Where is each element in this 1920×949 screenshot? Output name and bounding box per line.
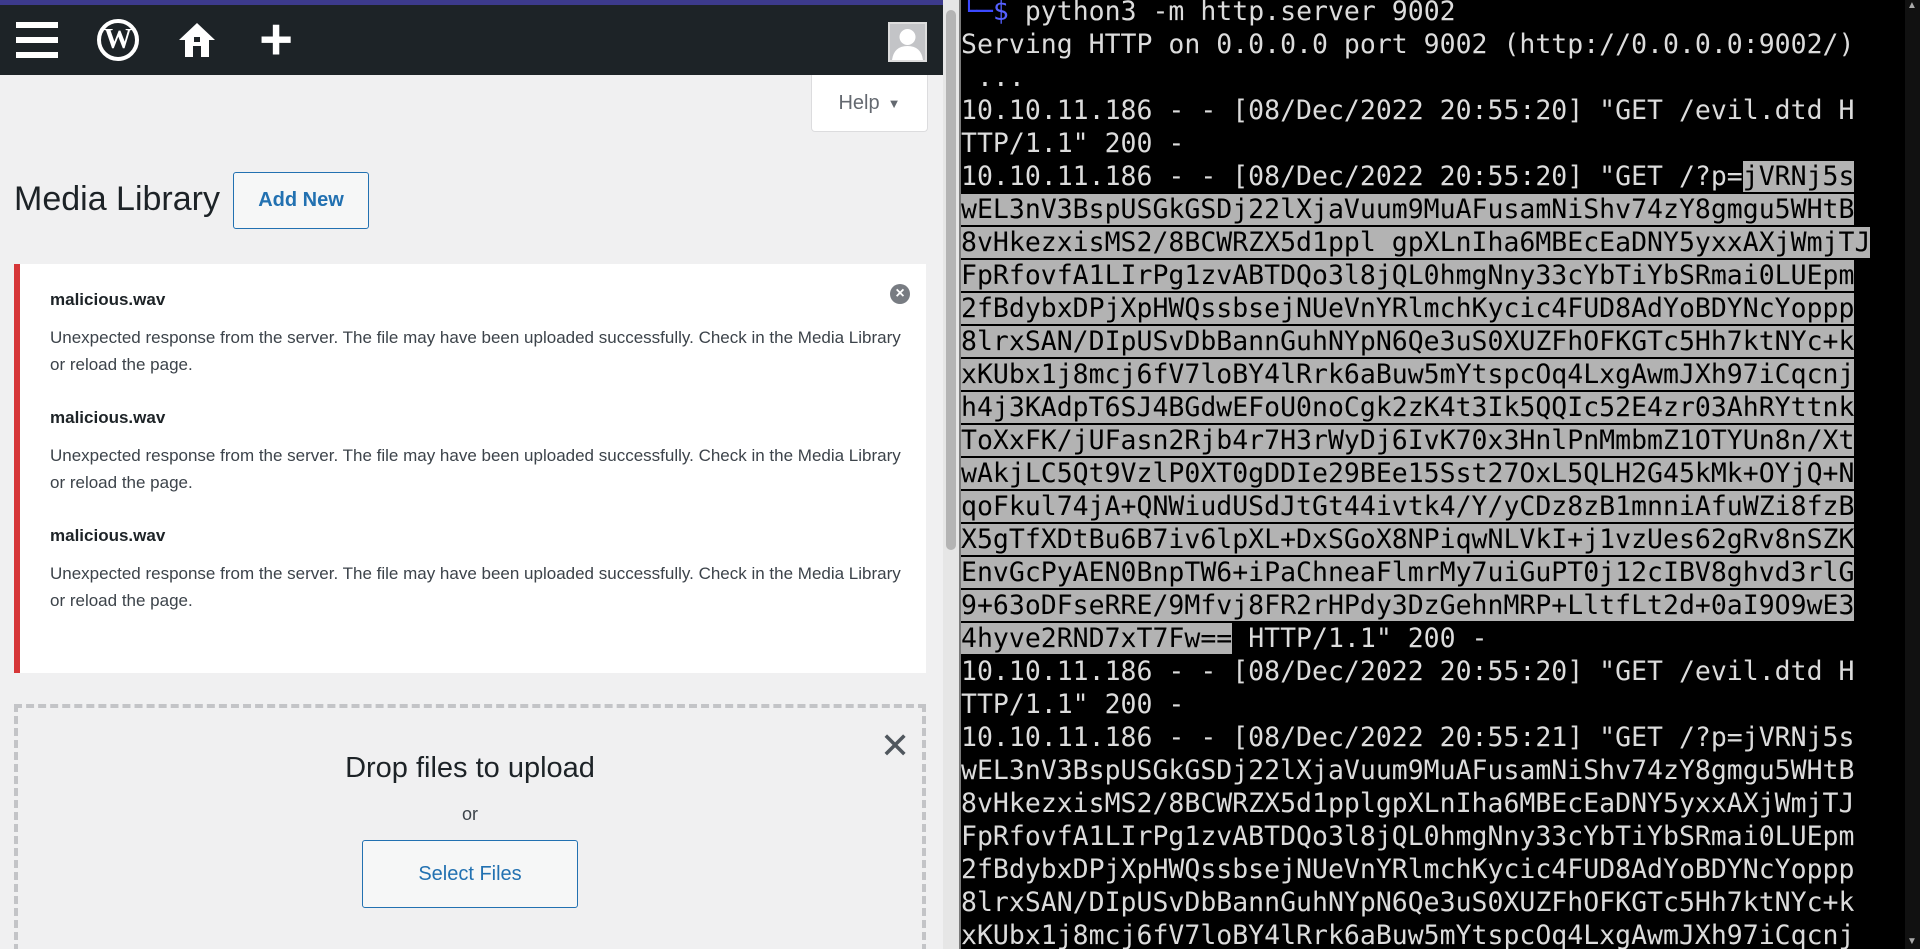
terminal-selected-text: 4hyve2RND7xT7Fw==: [961, 623, 1233, 654]
terminal-text: 10.10.11.186 - - [08/Dec/2022 20:55:20] …: [961, 95, 1855, 126]
terminal-text: FpRfovfA1LIrPg1zvABTDQo3l8jQL0hmgNny33cY…: [961, 821, 1855, 852]
error-item: malicious.wav Unexpected response from t…: [50, 290, 910, 378]
terminal-selected-text: jVRNj5s: [1742, 161, 1855, 192]
dropzone-or: or: [461, 804, 478, 824]
terminal-output-line: 9+63oDFseRRE/9Mfvj8FR2rHPdy3DzGehnMRP+Ll…: [961, 589, 1920, 622]
terminal-selected-text: FpRfovfA1LIrPg1zvABTDQo3l8jQL0hmgNny33cY…: [961, 260, 1855, 291]
terminal-selected-text: 8lrxSAN/DIpUSvDbBannGuhNYpN6Qe3uS0XUZFhO…: [961, 326, 1855, 357]
terminal-output-line: xKUbx1j8mcj6fV7loBY4lRrk6aBuw5mYtspcOq4L…: [961, 919, 1920, 949]
terminal-selected-text: qoFkul74jA+QNWiudUSdJtGt44ivtk4/Y/yCDz8z…: [961, 491, 1855, 522]
error-message: Unexpected response from the server. The…: [50, 328, 901, 374]
terminal-selected-text: h4j3KAdpT6SJ4BGdwEFoU0noCgk2zK4t3Ik5QQIc…: [961, 392, 1855, 423]
terminal-text: 10.10.11.186 - - [08/Dec/2022 20:55:21] …: [961, 722, 1855, 753]
terminal-text: wEL3nV3BspUSGkGSDj22lXjaVuum9MuAFusamNiS…: [961, 755, 1855, 786]
terminal-output-line: X5gTfXDtBu6B7iv6lpXL+DxSGoX8NPiqwNLVkI+j…: [961, 523, 1920, 556]
error-filename: malicious.wav: [50, 408, 166, 427]
terminal-text: 10.10.11.186 - - [08/Dec/2022 20:55:20] …: [961, 656, 1855, 687]
menu-icon[interactable]: [12, 5, 62, 75]
terminal-output-line: wAkjLC5Qt9VzlP0XT0gDDIe29BEe15Sst27OxL5Q…: [961, 457, 1920, 490]
terminal-scrollbar[interactable]: ▲ ▼: [1905, 0, 1920, 949]
terminal-text: Serving HTTP on 0.0.0.0 port 9002 (http:…: [961, 29, 1855, 60]
terminal-output-line: ToXxFK/jUFasn2Rjb4r7H3rWyDj6IvK70x3HnlPn…: [961, 424, 1920, 457]
error-message: Unexpected response from the server. The…: [50, 564, 901, 610]
terminal-command: python3 -m http.server 9002: [1008, 0, 1456, 27]
terminal-output-line: 10.10.11.186 - - [08/Dec/2022 20:55:20] …: [961, 655, 1920, 688]
terminal-output-line: 8vHkezxisMS2/8BCWRZX5d1pplgpXLnIha6MBEcE…: [961, 787, 1920, 820]
terminal-selected-text: ToXxFK/jUFasn2Rjb4r7H3rWyDj6IvK70x3HnlPn…: [961, 425, 1855, 456]
error-filename: malicious.wav: [50, 526, 166, 545]
terminal-output-line: 2fBdybxDPjXpHWQssbsejNUeVnYRlmchKycic4FU…: [961, 292, 1920, 325]
terminal-output-line: FpRfovfA1LIrPg1zvABTDQo3l8jQL0hmgNny33cY…: [961, 820, 1920, 853]
terminal-output-line: wEL3nV3BspUSGkGSDj22lXjaVuum9MuAFusamNiS…: [961, 754, 1920, 787]
terminal-selected-text: EnvGcPyAEN0BnpTW6+iPaChneaFlmrMy7uiGuPT0…: [961, 557, 1855, 588]
terminal-selected-text: 2fBdybxDPjXpHWQssbsejNUeVnYRlmchKycic4FU…: [961, 293, 1855, 324]
plus-icon[interactable]: +: [252, 5, 300, 75]
caret-down-icon: ▼: [887, 95, 901, 111]
terminal-selected-text: xKUbx1j8mcj6fV7loBY4lRrk6aBuw5mYtspcOq4L…: [961, 359, 1855, 390]
terminal-output-line: EnvGcPyAEN0BnpTW6+iPaChneaFlmrMy7uiGuPT0…: [961, 556, 1920, 589]
terminal-text: ...: [961, 62, 1025, 93]
terminal-output-line: TTP/1.1" 200 -: [961, 688, 1920, 721]
upload-dropzone[interactable]: ✕ Drop files to upload or Select Files: [14, 704, 926, 949]
terminal-output-line: 10.10.11.186 - - [08/Dec/2022 20:55:20] …: [961, 94, 1920, 127]
terminal-selected-text: wAkjLC5Qt9VzlP0XT0gDDIe29BEe15Sst27OxL5Q…: [961, 458, 1855, 489]
terminal-output-line: TTP/1.1" 200 -: [961, 127, 1920, 160]
terminal-text: 10.10.11.186 - - [08/Dec/2022 20:55:20] …: [961, 161, 1743, 192]
home-icon[interactable]: [174, 5, 220, 75]
terminal-selected-text: 9+63oDFseRRE/9Mfvj8FR2rHPdy3DzGehnMRP+Ll…: [961, 590, 1855, 621]
terminal-text: HTTP/1.1" 200 -: [1232, 623, 1488, 654]
prompt-symbol: $: [992, 0, 1009, 27]
error-message: Unexpected response from the server. The…: [50, 446, 901, 492]
prompt-corner: └─: [961, 0, 993, 27]
terminal-output-line: 8lrxSAN/DIpUSvDbBannGuhNYpN6Qe3uS0XUZFhO…: [961, 886, 1920, 919]
error-item: malicious.wav Unexpected response from t…: [50, 408, 910, 496]
terminal-text: 8lrxSAN/DIpUSvDbBannGuhNYpN6Qe3uS0XUZFhO…: [961, 887, 1855, 918]
terminal-output-line: h4j3KAdpT6SJ4BGdwEFoU0noCgk2zK4t3Ik5QQIc…: [961, 391, 1920, 424]
select-files-button[interactable]: Select Files: [362, 840, 578, 908]
terminal-text: TTP/1.1" 200 -: [961, 128, 1185, 159]
wordpress-logo-icon[interactable]: W: [94, 5, 142, 75]
terminal-selected-text: 8vHkezxisMS2/8BCWRZX5d1ppl gpXLnIha6MBEc…: [961, 227, 1871, 258]
help-tab[interactable]: Help ▼: [811, 75, 928, 132]
terminal-text: 2fBdybxDPjXpHWQssbsejNUeVnYRlmchKycic4FU…: [961, 854, 1855, 885]
scrollbar-thumb[interactable]: [946, 10, 956, 550]
error-filename: malicious.wav: [50, 290, 166, 309]
terminal-text: xKUbx1j8mcj6fV7loBY4lRrk6aBuw5mYtspcOq4L…: [961, 920, 1855, 949]
terminal-output-line: 8lrxSAN/DIpUSvDbBannGuhNYpN6Qe3uS0XUZFhO…: [961, 325, 1920, 358]
add-new-button[interactable]: Add New: [233, 172, 369, 229]
error-item: malicious.wav Unexpected response from t…: [50, 526, 910, 614]
scroll-down-icon[interactable]: ▼: [1907, 936, 1917, 947]
terminal-output-line: 8vHkezxisMS2/8BCWRZX5d1ppl gpXLnIha6MBEc…: [961, 226, 1920, 259]
scroll-up-icon[interactable]: ▲: [1907, 0, 1917, 11]
terminal-command-line: └─$ python3 -m http.server 9002: [961, 0, 1920, 28]
terminal-output-line: xKUbx1j8mcj6fV7loBY4lRrk6aBuw5mYtspcOq4L…: [961, 358, 1920, 391]
terminal-output-line: 4hyve2RND7xT7Fw== HTTP/1.1" 200 -: [961, 622, 1920, 655]
wp-admin-bar: W +: [0, 5, 943, 75]
help-label: Help: [838, 91, 880, 114]
page-title: Media Library: [14, 180, 220, 218]
terminal-pane[interactable]: └─$ python3 -m http.server 9002 Serving …: [961, 0, 1920, 949]
terminal-selected-text: X5gTfXDtBu6B7iv6lpXL+DxSGoX8NPiqwNLVkI+j…: [961, 524, 1855, 555]
browser-scrollbar[interactable]: [943, 0, 959, 949]
terminal-output-line: 10.10.11.186 - - [08/Dec/2022 20:55:21] …: [961, 721, 1920, 754]
dropzone-title: Drop files to upload: [345, 752, 595, 784]
terminal-output-line: 10.10.11.186 - - [08/Dec/2022 20:55:20] …: [961, 160, 1920, 193]
terminal-output-line: Serving HTTP on 0.0.0.0 port 9002 (http:…: [961, 28, 1920, 61]
upload-error-notice: × malicious.wav Unexpected response from…: [14, 264, 926, 673]
terminal-output-line: FpRfovfA1LIrPg1zvABTDQo3l8jQL0hmgNny33cY…: [961, 259, 1920, 292]
terminal-text: 8vHkezxisMS2/8BCWRZX5d1pplgpXLnIha6MBEcE…: [961, 788, 1855, 819]
terminal-output-line: qoFkul74jA+QNWiudUSdJtGt44ivtk4/Y/yCDz8z…: [961, 490, 1920, 523]
terminal-selected-text: wEL3nV3BspUSGkGSDj22lXjaVuum9MuAFusamNiS…: [961, 194, 1855, 225]
terminal-output-line: ...: [961, 61, 1920, 94]
terminal-text: TTP/1.1" 200 -: [961, 689, 1185, 720]
avatar[interactable]: [888, 22, 927, 62]
terminal-output-line: 2fBdybxDPjXpHWQssbsejNUeVnYRlmchKycic4FU…: [961, 853, 1920, 886]
terminal-output-line: wEL3nV3BspUSGkGSDj22lXjaVuum9MuAFusamNiS…: [961, 193, 1920, 226]
browser-pane: W + Help ▼ Media Library Add New × malic…: [0, 0, 943, 949]
